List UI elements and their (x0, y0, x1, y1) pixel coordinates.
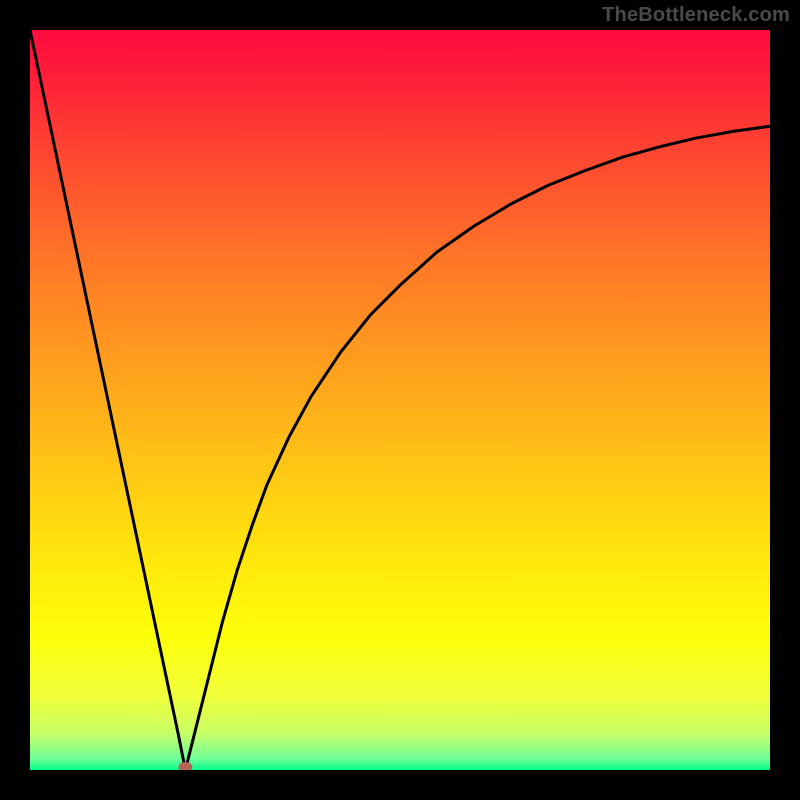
plot-area (30, 30, 770, 770)
bottleneck-curve (30, 30, 770, 770)
watermark-text: TheBottleneck.com (602, 4, 790, 27)
chart-frame: TheBottleneck.com (0, 0, 800, 800)
